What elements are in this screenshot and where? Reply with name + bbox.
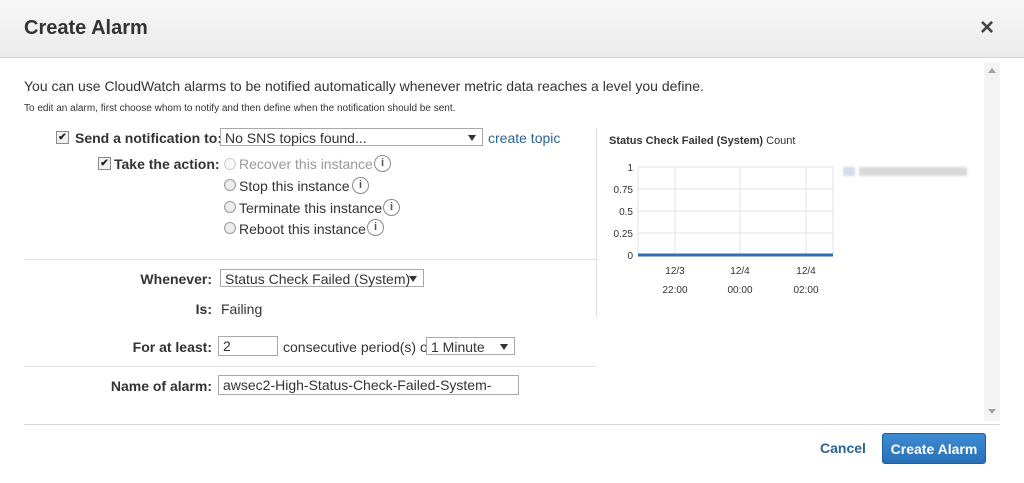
reboot-label: Reboot this instance <box>239 221 366 237</box>
is-label: Is: <box>195 301 212 317</box>
dialog-header: Create Alarm × <box>0 0 1024 58</box>
intro-text: You can use CloudWatch alarms to be noti… <box>24 78 704 94</box>
period-select[interactable]: 1 Minute <box>426 337 515 355</box>
stop-radio[interactable] <box>224 179 236 191</box>
send-notification-label: Send a notification to: <box>75 130 222 146</box>
chart-unit: Count <box>766 135 796 147</box>
reboot-radio[interactable] <box>224 222 236 234</box>
scroll-down-icon[interactable] <box>988 409 996 414</box>
x-tick-time: 22:00 <box>662 285 687 296</box>
alarm-name-label: Name of alarm: <box>110 378 212 394</box>
info-icon[interactable]: i <box>352 177 369 194</box>
period-value: 1 Minute <box>431 339 485 355</box>
terminate-radio[interactable] <box>224 201 236 213</box>
divider <box>24 259 596 260</box>
chart-separator <box>596 128 597 318</box>
chart-title: Status Check Failed (System) <box>609 135 764 147</box>
alarm-name-input[interactable]: awsec2-High-Status-Check-Failed-System- <box>218 375 519 395</box>
info-icon[interactable]: i <box>367 219 384 236</box>
x-tick-time: 00:00 <box>727 285 752 296</box>
chart-legend-blurred <box>843 167 967 176</box>
info-icon[interactable]: i <box>374 155 391 172</box>
dialog-title: Create Alarm <box>24 17 148 39</box>
close-icon[interactable]: × <box>980 14 994 42</box>
is-value: Failing <box>221 301 263 317</box>
terminate-label: Terminate this instance <box>239 200 383 216</box>
metric-select[interactable]: Status Check Failed (System) <box>220 269 424 287</box>
periods-input[interactable]: 2 <box>218 336 278 356</box>
sns-topic-value: No SNS topics found... <box>225 130 367 146</box>
consecutive-periods-text: consecutive period(s) of <box>283 339 432 355</box>
scrollbar[interactable] <box>984 63 1000 421</box>
chart-title-wrap: Status Check Failed (System) Count <box>609 135 795 147</box>
x-tick-date: 12/4 <box>730 266 750 277</box>
divider <box>24 366 596 367</box>
stop-label: Stop this instance <box>239 178 350 194</box>
recover-radio[interactable] <box>224 158 236 170</box>
for-at-least-label: For at least: <box>132 339 212 355</box>
scroll-up-icon[interactable] <box>988 68 996 73</box>
y-tick-label: 0.75 <box>614 185 634 196</box>
create-topic-link[interactable]: create topic <box>488 130 560 146</box>
x-tick-time: 02:00 <box>793 285 818 296</box>
footer-divider <box>24 424 1000 425</box>
info-icon[interactable]: i <box>383 199 400 216</box>
y-tick-label: 1 <box>627 163 633 174</box>
take-action-checkbox[interactable]: ✔ <box>98 157 111 170</box>
x-tick-date: 12/4 <box>796 266 816 277</box>
recover-label: Recover this instance <box>239 156 373 172</box>
y-tick-label: 0.25 <box>614 229 634 240</box>
chevron-down-icon <box>409 276 417 282</box>
cancel-button[interactable]: Cancel <box>820 440 866 456</box>
send-notification-checkbox[interactable]: ✔ <box>56 131 69 144</box>
chevron-down-icon <box>468 135 476 141</box>
metric-value: Status Check Failed (System) <box>225 271 411 287</box>
status-check-chart: 1 0.75 0.5 0.25 0 12/3 22:00 12/4 00:00 12/4 02:00 <box>614 163 834 296</box>
y-tick-label: 0.5 <box>619 207 633 218</box>
whenever-label: Whenever: <box>140 271 212 287</box>
chevron-down-icon <box>500 344 508 350</box>
subintro-text: To edit an alarm, first choose whom to n… <box>24 103 456 114</box>
x-tick-date: 12/3 <box>665 266 685 277</box>
sns-topic-select[interactable]: No SNS topics found... <box>220 128 483 146</box>
y-tick-label: 0 <box>627 251 633 262</box>
create-alarm-button[interactable]: Create Alarm <box>882 433 986 464</box>
take-action-label: Take the action: <box>114 156 220 172</box>
